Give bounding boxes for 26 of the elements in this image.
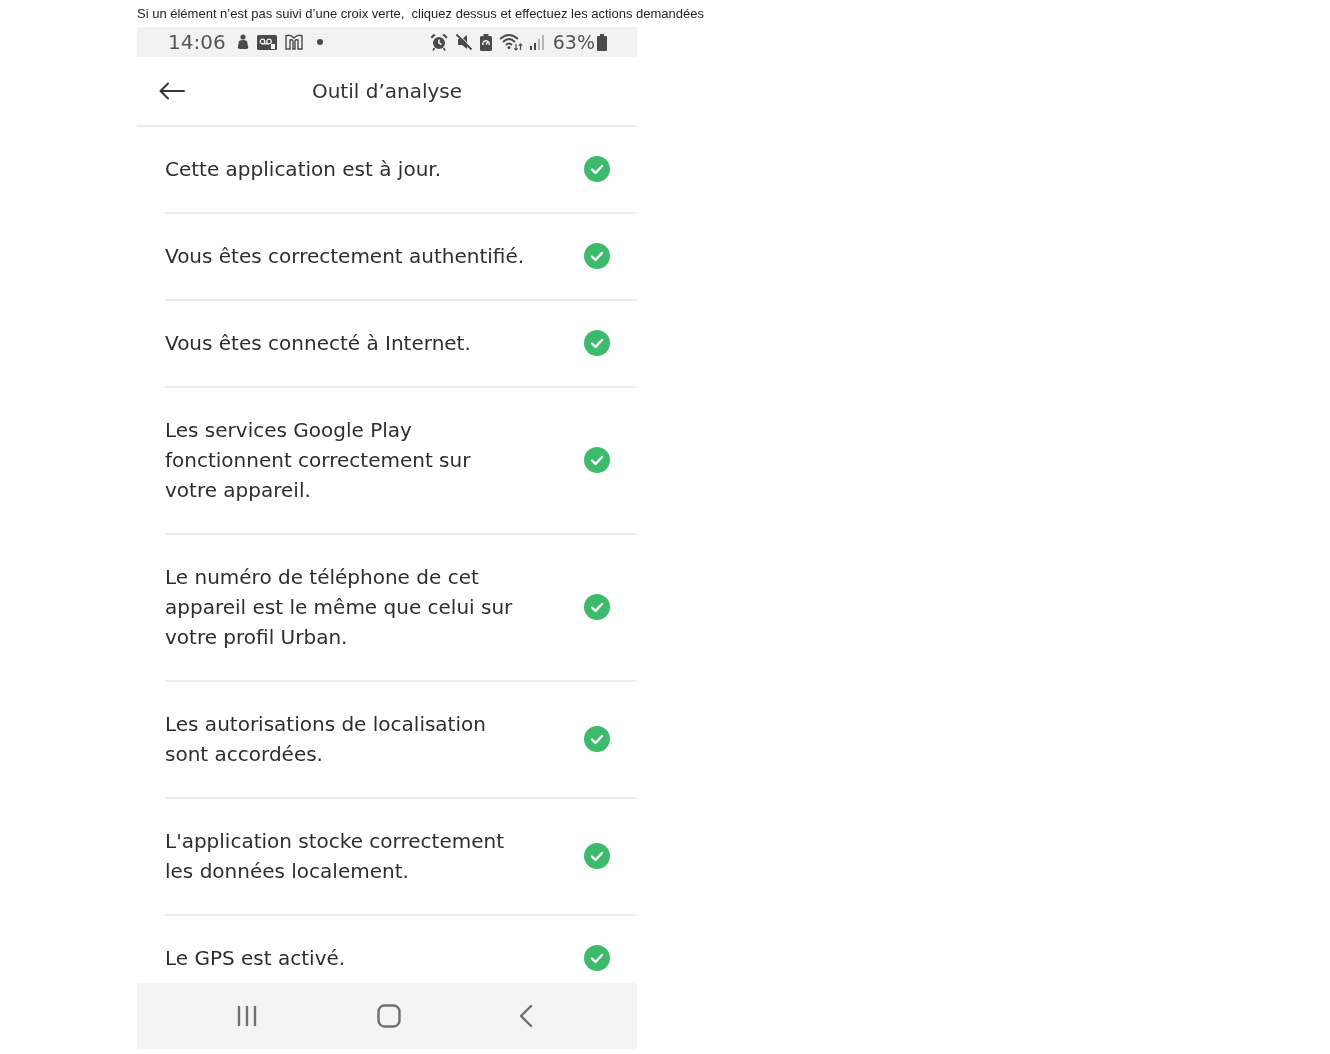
status-time: 14:06	[168, 30, 226, 54]
m-shape-icon	[283, 34, 304, 50]
recents-icon[interactable]	[236, 1005, 258, 1027]
check-item-text[interactable]: Les services Google Play fonctionnent correctement sur votre appareil.	[165, 415, 471, 505]
check-item-text[interactable]: Le numéro de téléphone de cet appareil est le même que celui sur votre profil Urban.	[165, 562, 513, 652]
voicemail-icon	[256, 34, 277, 50]
battery-percent: 63%	[552, 30, 595, 54]
wifi-icon	[498, 33, 523, 51]
check-item-text[interactable]: L'application stocke correctement les données localement.	[165, 826, 504, 886]
check-item-text[interactable]: Le GPS est activé.	[165, 943, 346, 973]
signal-icon	[529, 34, 546, 50]
alarm-icon	[429, 33, 448, 51]
check-item-text[interactable]: Les autorisations de localisation sont accordées.	[165, 709, 486, 769]
back-arrow-icon[interactable]	[159, 82, 185, 100]
battery-icon	[597, 33, 607, 51]
screen-title: Outil d’analyse	[311, 78, 463, 105]
instruction-caption: Si un élément n’est pas suivi d’une croix verte, cliquez dessus et effectuez les actions demandées	[137, 5, 706, 23]
back-icon[interactable]	[519, 1004, 533, 1028]
check-item-text[interactable]: Vous êtes connecté à Internet.	[165, 328, 471, 358]
battery-saver-icon	[479, 33, 492, 51]
dot-icon	[316, 39, 323, 45]
check-item-text[interactable]: Cette application est à jour.	[165, 154, 442, 184]
check-item-text[interactable]: Vous êtes correctement authentifié.	[165, 241, 525, 271]
home-icon[interactable]	[376, 1004, 401, 1028]
person-icon	[235, 34, 250, 50]
muted-speaker-icon	[454, 33, 473, 51]
